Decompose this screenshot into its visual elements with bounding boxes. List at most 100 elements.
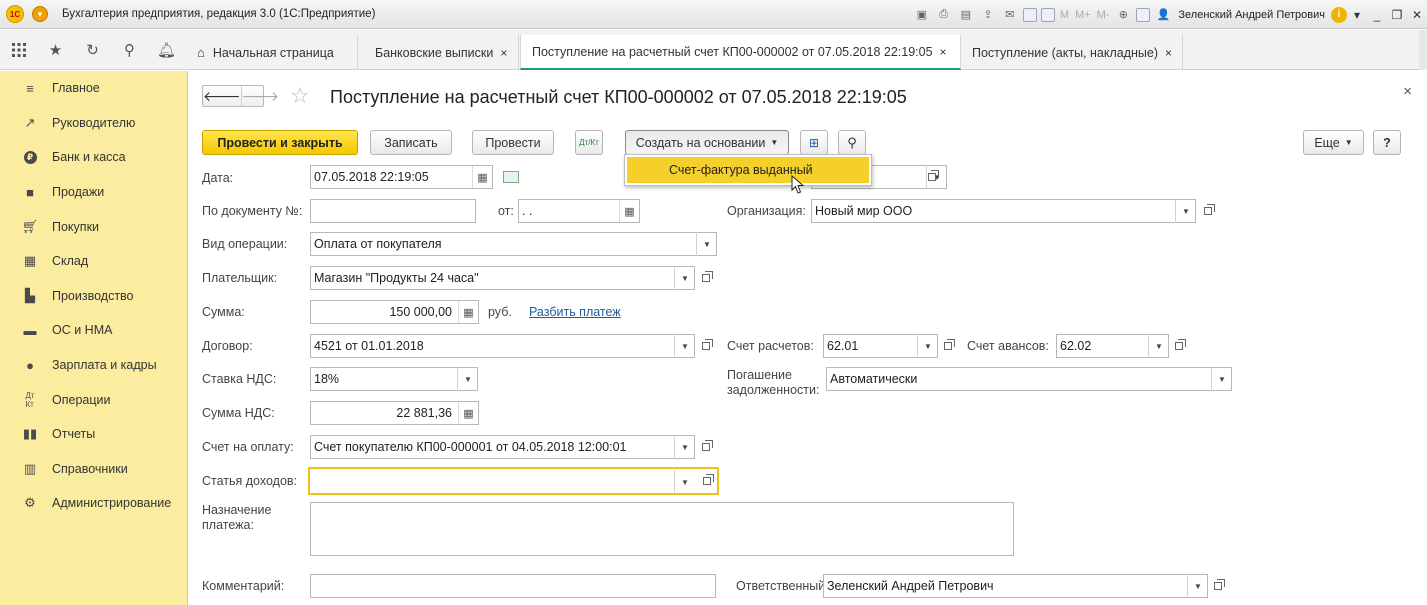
advance-account-field[interactable]: 62.02 ▼: [1056, 334, 1169, 358]
create-based-on-button[interactable]: Создать на основании ▼: [625, 130, 789, 155]
post-button[interactable]: Провести: [472, 130, 554, 155]
sidebar-item-production[interactable]: ▙ Производство: [0, 279, 187, 314]
form-close-icon[interactable]: ×: [1403, 83, 1412, 100]
structure-button[interactable]: ⊞: [800, 130, 828, 155]
chevron-down-icon[interactable]: ▼: [917, 334, 938, 358]
sidebar-item-admin[interactable]: ⚙ Администрирование: [0, 486, 187, 521]
settlement-account-field[interactable]: 62.01 ▼: [823, 334, 938, 358]
calculator-icon[interactable]: [1022, 7, 1037, 22]
memory-minus-button[interactable]: M-: [1097, 9, 1110, 21]
sidebar-item-salary[interactable]: ● Зарплата и кадры: [0, 348, 187, 383]
print-doc-icon[interactable]: [503, 171, 519, 183]
calculator-icon[interactable]: ▦: [458, 402, 478, 424]
operation-select[interactable]: Оплата от покупателя ▼: [310, 232, 717, 256]
memory-m-button[interactable]: M: [1060, 9, 1069, 21]
open-icon[interactable]: [922, 166, 942, 188]
tab-home[interactable]: ⌂ Начальная страница: [190, 35, 358, 70]
info-icon[interactable]: i: [1331, 6, 1347, 23]
minimize-button[interactable]: _: [1367, 8, 1387, 22]
panels-icon[interactable]: [1136, 7, 1151, 22]
vat-sum-field[interactable]: 22 881,36 ▦: [310, 401, 479, 425]
chevron-down-icon[interactable]: ▼: [674, 435, 695, 459]
open-icon[interactable]: [1169, 335, 1189, 357]
open-icon[interactable]: [696, 267, 716, 289]
tab-receipts-invoices[interactable]: Поступление (акты, накладные) ×: [961, 35, 1183, 70]
calculator-icon[interactable]: ▦: [458, 301, 478, 323]
history-icon[interactable]: ↻: [74, 30, 111, 70]
split-payment-link[interactable]: Разбить платеж: [529, 305, 621, 319]
bell-icon[interactable]: 🔔︎: [148, 30, 185, 70]
user-name[interactable]: Зеленский Андрей Петрович: [1178, 9, 1325, 21]
memory-plus-button[interactable]: M+: [1075, 9, 1091, 21]
save-button[interactable]: Записать: [370, 130, 452, 155]
calendar-icon[interactable]: ▦: [619, 200, 639, 222]
preview-icon[interactable]: ▤: [957, 7, 975, 23]
invoice-field[interactable]: Счет покупателю КП00-000001 от 04.05.201…: [310, 435, 695, 459]
sidebar-item-fixed-assets[interactable]: ▬ ОС и НМА: [0, 313, 187, 348]
chevron-down-icon[interactable]: ▼: [696, 232, 717, 256]
sidebar-item-warehouse[interactable]: ▦ Склад: [0, 244, 187, 279]
chevron-down-icon[interactable]: ▼: [457, 367, 478, 391]
calendar-icon[interactable]: ▦: [472, 166, 492, 188]
open-icon[interactable]: [1198, 200, 1218, 222]
sidebar-item-catalogs[interactable]: ▥ Справочники: [0, 452, 187, 487]
upload-icon[interactable]: ⇪: [979, 7, 997, 23]
more-button[interactable]: Еще ▼: [1303, 130, 1364, 155]
contract-field[interactable]: 4521 от 01.01.2018 ▼: [310, 334, 695, 358]
restore-button[interactable]: ❐: [1387, 8, 1407, 22]
attach-button[interactable]: ⚲: [838, 130, 866, 155]
sidebar-item-purchases[interactable]: 🛒︎ Покупки: [0, 209, 187, 244]
sum-field[interactable]: 150 000,00 ▦: [310, 300, 479, 324]
sidebar-item-reports[interactable]: ▮▮ Отчеты: [0, 417, 187, 452]
chevron-down-icon[interactable]: ▼: [1175, 199, 1196, 223]
organization-field[interactable]: Новый мир ООО ▼: [811, 199, 1196, 223]
payer-field[interactable]: Магазин "Продукты 24 часа" ▼: [310, 266, 695, 290]
income-item-field[interactable]: ▼: [308, 467, 719, 495]
sidebar-item-bank[interactable]: ₽ Банк и касса: [0, 140, 187, 175]
open-icon[interactable]: [696, 436, 716, 458]
post-and-close-button[interactable]: Провести и закрыть: [202, 130, 358, 155]
purpose-textarea[interactable]: [310, 502, 1014, 556]
date-field[interactable]: 07.05.2018 22:19:05 ▦: [310, 165, 493, 189]
from-date-field[interactable]: . . ▦: [518, 199, 640, 223]
sidebar-item-manager[interactable]: ↗ Руководителю: [0, 106, 187, 141]
calendar-icon[interactable]: [1040, 7, 1055, 22]
dt-kt-button[interactable]: Дт/Кт: [575, 130, 603, 155]
sidebar-item-sales[interactable]: ■ Продажи: [0, 175, 187, 210]
save-icon[interactable]: ▣: [913, 7, 931, 23]
tab-close-icon[interactable]: ×: [500, 46, 507, 60]
chevron-down-icon[interactable]: ▼: [674, 470, 695, 494]
tab-close-icon[interactable]: ×: [940, 45, 947, 59]
favorites-icon[interactable]: ★: [37, 30, 74, 70]
repayment-select[interactable]: Автоматически ▼: [826, 367, 1232, 391]
tab-scrollbar[interactable]: [1419, 30, 1427, 70]
tab-receipt-document[interactable]: Поступление на расчетный счет КП00-00000…: [520, 35, 961, 70]
forward-arrow-icon[interactable]: 🡒: [240, 86, 279, 106]
tab-close-icon[interactable]: ×: [1165, 46, 1172, 60]
chevron-down-icon[interactable]: ▼: [1211, 367, 1232, 391]
dropdown-icon[interactable]: ▾: [1347, 8, 1367, 22]
chevron-down-icon[interactable]: ▼: [1187, 574, 1208, 598]
sidebar-item-operations[interactable]: Дт Кт Операции: [0, 382, 187, 417]
back-arrow-icon[interactable]: 🡐: [203, 86, 241, 106]
search-icon[interactable]: ⚲: [111, 30, 148, 70]
mail-icon[interactable]: ✉: [1001, 7, 1019, 23]
menu-item-invoice-issued[interactable]: Счет-фактура выданный: [627, 157, 869, 183]
main-menu-button[interactable]: ▾: [32, 6, 48, 22]
chevron-down-icon[interactable]: ▼: [674, 266, 695, 290]
vat-rate-select[interactable]: 18% ▼: [310, 367, 478, 391]
favorite-star-icon[interactable]: ☆: [290, 83, 310, 109]
chevron-down-icon[interactable]: ▼: [674, 334, 695, 358]
open-icon[interactable]: [697, 470, 717, 492]
apps-grid-icon[interactable]: [0, 30, 37, 70]
doc-number-field[interactable]: [310, 199, 476, 223]
chevron-down-icon[interactable]: ▼: [1148, 334, 1169, 358]
help-button[interactable]: ?: [1373, 130, 1401, 155]
close-button[interactable]: ✕: [1407, 8, 1427, 22]
sidebar-item-main[interactable]: ≡ Главное: [0, 71, 187, 106]
open-icon[interactable]: [938, 335, 958, 357]
responsible-field[interactable]: Зеленский Андрей Петрович ▼: [823, 574, 1208, 598]
zoom-icon[interactable]: ⊕: [1114, 7, 1132, 23]
open-icon[interactable]: [696, 335, 716, 357]
print-icon[interactable]: ⎙: [935, 7, 953, 23]
